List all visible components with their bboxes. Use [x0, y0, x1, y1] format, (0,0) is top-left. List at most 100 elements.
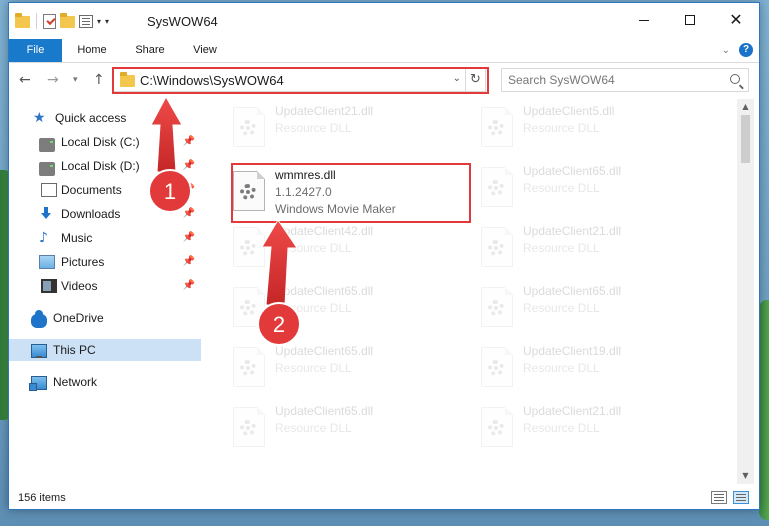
- tab-file[interactable]: File: [9, 39, 62, 62]
- ribbon-tabs: File Home Share View ⌄ ?: [9, 39, 759, 63]
- file-highlight-box: [231, 163, 471, 223]
- sidebar-item-label: OneDrive: [53, 311, 104, 325]
- pin-icon[interactable]: 📌: [183, 208, 195, 219]
- pictures-icon: [39, 255, 55, 269]
- sidebar-item-local-disk-c[interactable]: Local Disk (C:) 📌: [9, 131, 201, 153]
- new-folder-icon[interactable]: [60, 13, 75, 28]
- file-name: UpdateClient42.dll: [275, 224, 374, 238]
- sidebar-item-this-pc[interactable]: This PC: [9, 339, 201, 361]
- maximize-button[interactable]: [667, 3, 713, 37]
- dll-file-icon: [481, 167, 513, 207]
- file-name: UpdateClient65.dll: [275, 284, 374, 298]
- sidebar-item-label: Network: [53, 375, 98, 389]
- maximize-icon: [685, 15, 695, 25]
- file-detail: Resource DLL: [275, 361, 352, 375]
- search-icon[interactable]: [730, 74, 740, 84]
- sidebar-item-local-disk-d[interactable]: Local Disk (D:) 📌: [9, 155, 201, 177]
- file-detail: Resource DLL: [523, 241, 600, 255]
- scroll-up-icon[interactable]: ▲: [737, 99, 754, 115]
- sidebar-item-videos[interactable]: Videos 📌: [9, 275, 201, 297]
- expand-ribbon-icon[interactable]: ⌄: [722, 45, 730, 56]
- status-bar: 156 items: [9, 487, 759, 509]
- pin-icon[interactable]: 📌: [183, 160, 195, 171]
- pin-icon[interactable]: 📌: [183, 256, 195, 267]
- dll-file-icon: [481, 287, 513, 327]
- file-detail: Resource DLL: [523, 361, 600, 375]
- dll-file-icon: [481, 107, 513, 147]
- gear-icon: [488, 420, 504, 436]
- vertical-scrollbar[interactable]: ▲ ▼: [737, 99, 754, 484]
- file-name: UpdateClient5.dll: [523, 104, 615, 118]
- pin-icon[interactable]: 📌: [183, 136, 195, 147]
- dll-file-icon: [233, 107, 265, 147]
- minimize-icon: [639, 19, 649, 21]
- sidebar-item-network[interactable]: Network: [9, 371, 201, 393]
- sidebar-item-music[interactable]: ♪ Music 📌: [9, 227, 201, 249]
- sidebar-item-label: Documents: [61, 183, 122, 197]
- pin-icon[interactable]: 📌: [183, 280, 195, 291]
- scroll-down-icon[interactable]: ▼: [737, 468, 754, 484]
- help-icon[interactable]: ?: [739, 43, 753, 57]
- sidebar-item-documents[interactable]: Documents 📌: [9, 179, 201, 201]
- dll-file-icon: [481, 227, 513, 267]
- gear-icon: [488, 360, 504, 376]
- item-count: 156 items: [18, 492, 66, 504]
- gear-icon: [488, 240, 504, 256]
- tab-view[interactable]: View: [185, 39, 225, 62]
- properties-check-icon[interactable]: [43, 13, 56, 29]
- customize-toolbar-dropdown-icon[interactable]: ▾: [105, 17, 109, 26]
- search-input[interactable]: [502, 69, 722, 91]
- search-box: [501, 68, 749, 92]
- dll-file-icon: [233, 227, 265, 267]
- file-text: UpdateClient65.dll Resource DLL: [275, 283, 373, 317]
- file-item[interactable]: UpdateClient21.dll Resource DLL: [233, 103, 473, 155]
- sidebar-item-pictures[interactable]: Pictures 📌: [9, 251, 201, 273]
- sidebar-item-onedrive[interactable]: OneDrive: [9, 307, 201, 329]
- file-detail: Resource DLL: [275, 421, 352, 435]
- network-icon: [29, 376, 47, 391]
- videos-icon: [41, 279, 57, 293]
- file-item[interactable]: UpdateClient19.dll Resource DLL: [481, 343, 721, 395]
- gear-icon: [240, 420, 256, 436]
- file-item[interactable]: UpdateClient65.dll Resource DLL: [233, 403, 473, 455]
- close-button[interactable]: ✕: [713, 3, 759, 37]
- explorer-window: ▾ ▾ SysWOW64 ✕ File Home Share View ⌄ ? …: [8, 2, 760, 510]
- navigation-bar: ← → ▾ ↑ C:\Windows\SysWOW64 ⌄ ↻: [9, 64, 759, 97]
- dll-file-icon: [233, 347, 265, 387]
- ribbon-right-controls: ⌄ ?: [722, 43, 753, 57]
- file-detail: Resource DLL: [523, 421, 600, 435]
- file-detail: Resource DLL: [523, 121, 600, 135]
- file-item[interactable]: UpdateClient65.dll Resource DLL: [481, 283, 721, 335]
- file-text: UpdateClient65.dll Resource DLL: [275, 343, 373, 377]
- file-item[interactable]: UpdateClient65.dll Resource DLL: [233, 343, 473, 395]
- file-item[interactable]: UpdateClient42.dll Resource DLL: [233, 223, 473, 275]
- sidebar-item-label: Local Disk (C:): [61, 135, 140, 149]
- file-item[interactable]: UpdateClient65.dll Resource DLL: [233, 283, 473, 335]
- tiles-view-icon[interactable]: [733, 491, 749, 504]
- forward-arrow-icon[interactable]: →: [47, 72, 59, 88]
- file-text: UpdateClient65.dll Resource DLL: [523, 163, 621, 197]
- pin-icon[interactable]: 📌: [183, 232, 195, 243]
- sidebar-item-quick-access[interactable]: ★ Quick access: [9, 107, 201, 129]
- scrollbar-thumb[interactable]: [741, 115, 750, 163]
- customize-view-icon[interactable]: [79, 14, 93, 28]
- details-view-icon[interactable]: [711, 491, 727, 504]
- sidebar-item-downloads[interactable]: Downloads 📌: [9, 203, 201, 225]
- minimize-button[interactable]: [621, 3, 667, 37]
- file-item[interactable]: UpdateClient5.dll Resource DLL: [481, 103, 721, 155]
- file-item[interactable]: UpdateClient21.dll Resource DLL: [481, 403, 721, 455]
- view-toggle: [711, 491, 749, 504]
- address-bar-highlight: [112, 67, 489, 94]
- file-detail: Resource DLL: [275, 301, 352, 315]
- up-arrow-icon[interactable]: ↑: [93, 72, 105, 88]
- file-item[interactable]: UpdateClient21.dll Resource DLL: [481, 223, 721, 275]
- back-arrow-icon[interactable]: ←: [19, 72, 31, 88]
- tab-home[interactable]: Home: [67, 39, 117, 62]
- chevron-down-icon[interactable]: ▾: [97, 17, 101, 26]
- pin-icon[interactable]: 📌: [183, 184, 195, 195]
- file-item[interactable]: UpdateClient65.dll Resource DLL: [481, 163, 721, 215]
- file-text: UpdateClient65.dll Resource DLL: [275, 403, 373, 437]
- gear-icon: [488, 300, 504, 316]
- recent-locations-icon[interactable]: ▾: [73, 75, 78, 85]
- tab-share[interactable]: Share: [127, 39, 173, 62]
